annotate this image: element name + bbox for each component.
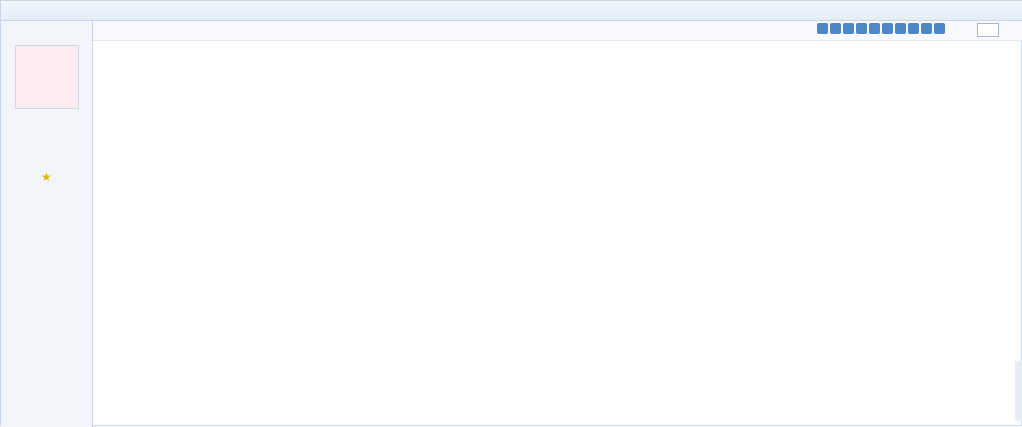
rank-star-icon: ★ (41, 170, 52, 184)
post-body (101, 49, 517, 419)
toolbar-button-icon[interactable] (908, 23, 919, 34)
toolbar-button-icon[interactable] (843, 23, 854, 34)
author-links (7, 193, 89, 253)
scrollbar[interactable] (1015, 361, 1022, 421)
toolbar-button-icon[interactable] (921, 23, 932, 34)
forum-post-frame: ★ (0, 0, 1022, 427)
avatar[interactable] (15, 45, 79, 109)
toolbar-button-icon[interactable] (817, 23, 828, 34)
toolbar-button-icon[interactable] (882, 23, 893, 34)
floor-jump-input[interactable] (977, 23, 999, 37)
toolbar-button-icon[interactable] (830, 23, 841, 34)
post-toolbar (817, 23, 967, 39)
toolbar-button-icon[interactable] (869, 23, 880, 34)
author-sidebar: ★ (1, 21, 93, 427)
author-stats (7, 121, 87, 151)
toolbar-button-icon[interactable] (856, 23, 867, 34)
toolbar-button-icon[interactable] (934, 23, 945, 34)
toolbar-button-icon[interactable] (895, 23, 906, 34)
thread-header (1, 1, 1022, 21)
